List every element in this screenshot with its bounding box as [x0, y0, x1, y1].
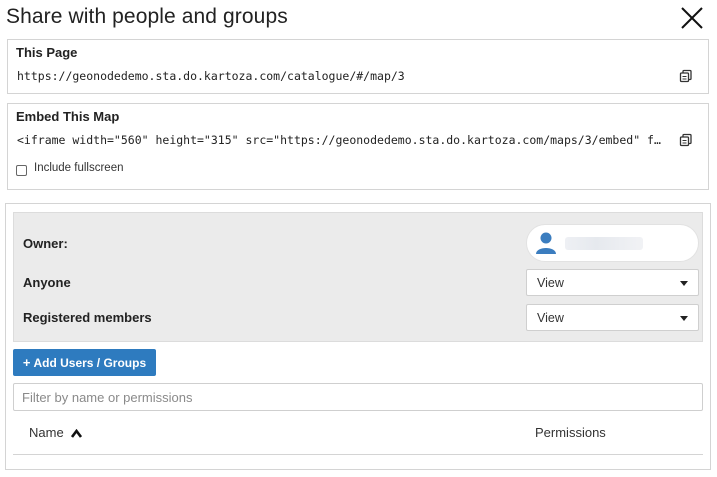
anyone-permission-value: View — [537, 276, 564, 290]
copy-embed-code-button[interactable] — [679, 133, 693, 147]
chevron-down-icon — [680, 281, 688, 286]
embed-title: Embed This Map — [16, 109, 120, 124]
registered-members-permission-select[interactable]: View — [526, 304, 699, 331]
owner-chip — [526, 224, 699, 262]
close-button[interactable] — [680, 6, 704, 30]
plus-icon: + — [22, 355, 31, 370]
close-icon — [680, 6, 704, 30]
dialog-title: Share with people and groups — [6, 5, 288, 28]
add-users-groups-button[interactable]: + Add Users / Groups — [13, 349, 156, 376]
copy-page-url-button[interactable] — [679, 69, 693, 83]
include-fullscreen-label[interactable]: Include fullscreen — [34, 162, 124, 174]
registered-members-label: Registered members — [23, 310, 152, 325]
column-name-label: Name — [29, 425, 64, 440]
owner-name-redacted — [565, 237, 643, 250]
user-avatar-icon — [535, 231, 557, 255]
include-fullscreen-checkbox[interactable] — [16, 165, 27, 176]
add-users-groups-label: Add Users / Groups — [33, 355, 147, 370]
copy-icon — [679, 133, 693, 147]
embed-code[interactable]: <iframe width="560" height="315" src="ht… — [17, 133, 667, 147]
permissions-table: Owner: Anyone View Registered members Vi… — [13, 212, 703, 342]
this-page-panel: This Page https://geonodedemo.sta.do.kar… — [7, 39, 709, 94]
sort-ascending-icon — [71, 429, 83, 438]
anyone-label: Anyone — [23, 275, 71, 290]
copy-icon — [679, 69, 693, 83]
chevron-down-icon — [680, 316, 688, 321]
filter-input[interactable] — [13, 383, 703, 411]
column-header-name[interactable]: Name — [29, 425, 83, 440]
embed-panel: Embed This Map <iframe width="560" heigh… — [7, 103, 709, 190]
this-page-title: This Page — [16, 45, 78, 60]
registered-members-permission-value: View — [537, 311, 564, 325]
permissions-section: Owner: Anyone View Registered members Vi… — [5, 203, 711, 470]
column-header-permissions: Permissions — [535, 425, 606, 440]
anyone-permission-select[interactable]: View — [526, 269, 699, 296]
owner-label: Owner: — [23, 236, 68, 251]
table-header-divider — [13, 454, 703, 455]
this-page-url[interactable]: https://geonodedemo.sta.do.kartoza.com/c… — [17, 69, 657, 83]
